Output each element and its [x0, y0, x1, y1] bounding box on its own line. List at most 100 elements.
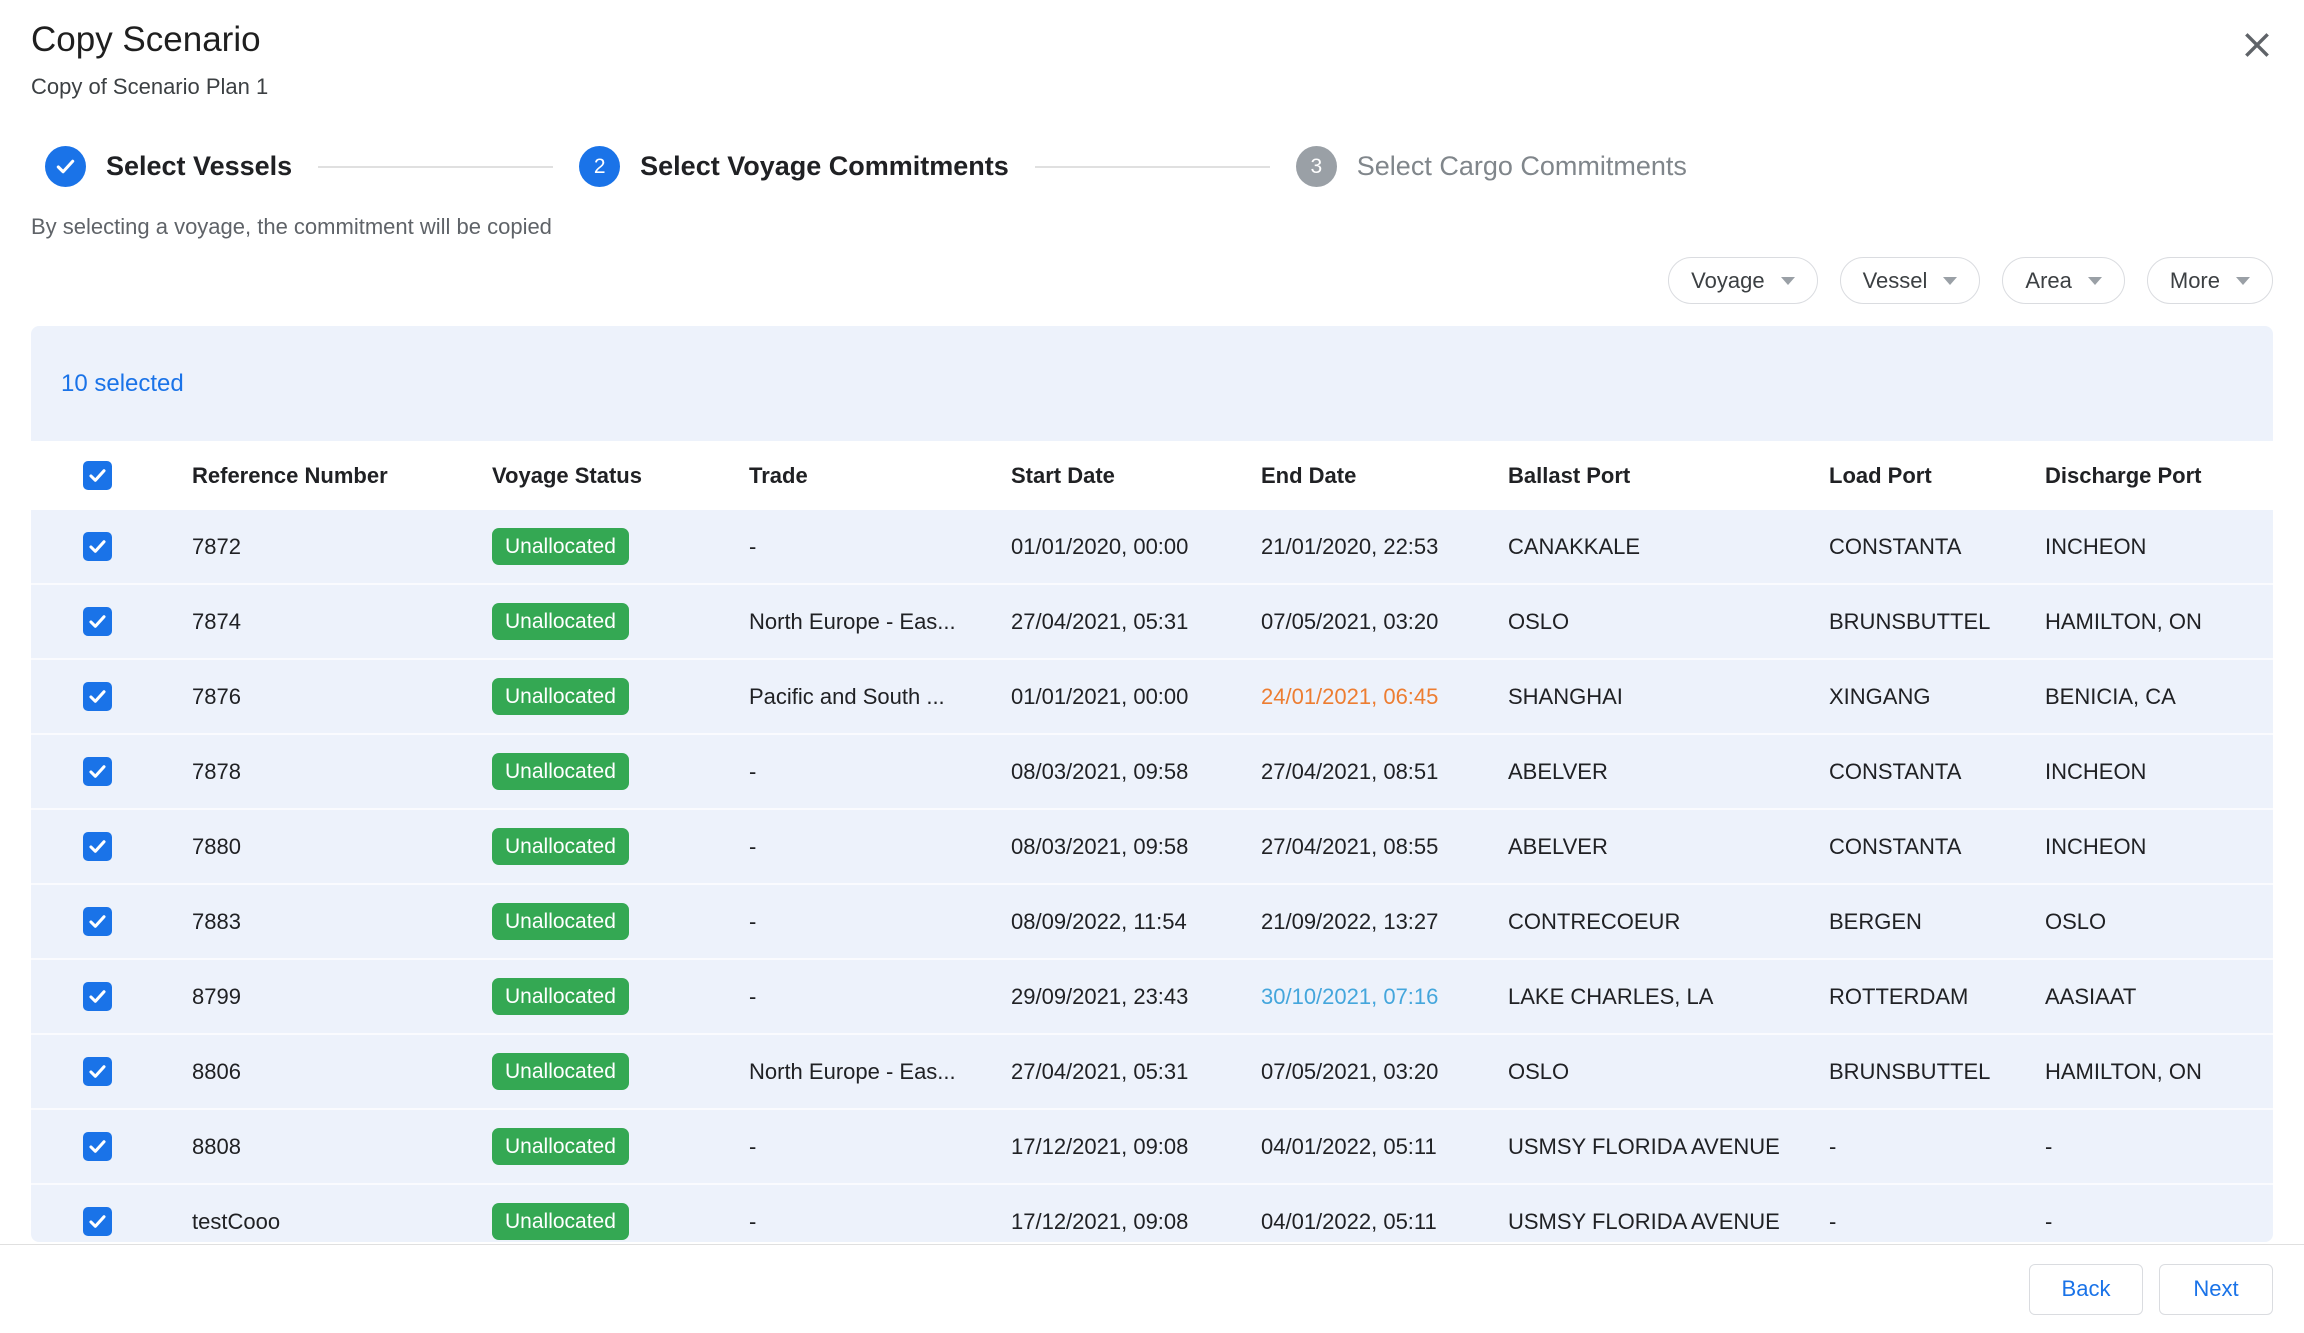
- end-date-cell: 30/10/2021, 07:16: [1261, 984, 1508, 1010]
- discharge-port-cell: INCHEON: [2045, 534, 2273, 560]
- filter-voyage[interactable]: Voyage: [1668, 257, 1817, 304]
- filter-label: Vessel: [1863, 268, 1928, 294]
- voyage-status-badge: Unallocated: [492, 678, 629, 715]
- filter-more[interactable]: More: [2147, 257, 2273, 304]
- ballast-port-cell: OSLO: [1508, 1059, 1829, 1085]
- start-date-cell: 08/03/2021, 09:58: [1011, 834, 1261, 860]
- row-checkbox[interactable]: [83, 682, 112, 711]
- start-date-cell: 08/03/2021, 09:58: [1011, 759, 1261, 785]
- row-checkbox[interactable]: [83, 1057, 112, 1086]
- discharge-port-cell: -: [2045, 1134, 2273, 1160]
- load-port-cell: XINGANG: [1829, 684, 2045, 710]
- ballast-port-cell: SHANGHAI: [1508, 684, 1829, 710]
- load-port-cell: ROTTERDAM: [1829, 984, 2045, 1010]
- chevron-down-icon: [1781, 277, 1795, 285]
- table-row[interactable]: 7876 Unallocated Pacific and South ... 0…: [31, 660, 2273, 735]
- row-checkbox[interactable]: [83, 907, 112, 936]
- reference-number-cell: 7876: [192, 684, 492, 710]
- reference-number-cell: 8806: [192, 1059, 492, 1085]
- chevron-down-icon: [2088, 277, 2102, 285]
- trade-cell: -: [749, 1209, 1011, 1235]
- table-row[interactable]: 7874 Unallocated North Europe - Eas... 2…: [31, 585, 2273, 660]
- reference-number-cell: 7883: [192, 909, 492, 935]
- ballast-port-cell: OSLO: [1508, 609, 1829, 635]
- voyage-status-badge: Unallocated: [492, 978, 629, 1015]
- step-completed-circle: [45, 146, 86, 187]
- step-select-vessels[interactable]: Select Vessels: [45, 146, 292, 187]
- table-row[interactable]: 8799 Unallocated - 29/09/2021, 23:43 30/…: [31, 960, 2273, 1035]
- helper-text: By selecting a voyage, the commitment wi…: [31, 214, 552, 240]
- trade-cell: -: [749, 534, 1011, 560]
- table-row[interactable]: 7883 Unallocated - 08/09/2022, 11:54 21/…: [31, 885, 2273, 960]
- load-port-cell: CONSTANTA: [1829, 534, 2045, 560]
- load-port-cell: BERGEN: [1829, 909, 2045, 935]
- row-checkbox[interactable]: [83, 757, 112, 786]
- table-row[interactable]: 7880 Unallocated - 08/03/2021, 09:58 27/…: [31, 810, 2273, 885]
- discharge-port-cell: HAMILTON, ON: [2045, 1059, 2273, 1085]
- filter-label: Area: [2025, 268, 2071, 294]
- table-row[interactable]: 7878 Unallocated - 08/03/2021, 09:58 27/…: [31, 735, 2273, 810]
- check-icon: [87, 686, 108, 707]
- start-date-cell: 27/04/2021, 05:31: [1011, 609, 1261, 635]
- column-header-ballast-port: Ballast Port: [1508, 463, 1829, 489]
- dialog-footer: Back Next: [0, 1244, 2304, 1333]
- voyage-status-cell: Unallocated: [492, 678, 749, 715]
- table-row[interactable]: 7872 Unallocated - 01/01/2020, 00:00 21/…: [31, 510, 2273, 585]
- selection-toolbar: 10 selected: [31, 326, 2273, 441]
- row-checkbox[interactable]: [83, 832, 112, 861]
- end-date-cell: 21/01/2020, 22:53: [1261, 534, 1508, 560]
- discharge-port-cell: -: [2045, 1209, 2273, 1235]
- start-date-cell: 27/04/2021, 05:31: [1011, 1059, 1261, 1085]
- discharge-port-cell: BENICIA, CA: [2045, 684, 2273, 710]
- ballast-port-cell: USMSY FLORIDA AVENUE: [1508, 1134, 1829, 1160]
- table-row[interactable]: 8806 Unallocated North Europe - Eas... 2…: [31, 1035, 2273, 1110]
- step-label: Select Vessels: [106, 151, 292, 182]
- back-button[interactable]: Back: [2029, 1264, 2143, 1315]
- step-select-voyage-commitments[interactable]: 2 Select Voyage Commitments: [579, 146, 1009, 187]
- trade-cell: North Europe - Eas...: [749, 1059, 1011, 1085]
- check-icon: [87, 1211, 108, 1232]
- close-button[interactable]: [2238, 26, 2276, 64]
- discharge-port-cell: OSLO: [2045, 909, 2273, 935]
- filter-area[interactable]: Area: [2002, 257, 2124, 304]
- discharge-port-cell: INCHEON: [2045, 834, 2273, 860]
- filter-vessel[interactable]: Vessel: [1840, 257, 1981, 304]
- voyage-commitments-panel: 10 selected Reference Number Voyage Stat…: [31, 326, 2273, 1242]
- dialog-title: Copy Scenario: [31, 20, 261, 60]
- table-row[interactable]: testCooo Unallocated - 17/12/2021, 09:08…: [31, 1185, 2273, 1242]
- stepper: Select Vessels 2 Select Voyage Commitmen…: [45, 146, 1687, 187]
- start-date-cell: 29/09/2021, 23:43: [1011, 984, 1261, 1010]
- reference-number-cell: 7878: [192, 759, 492, 785]
- end-date-cell: 21/09/2022, 13:27: [1261, 909, 1508, 935]
- step-label: Select Cargo Commitments: [1357, 151, 1687, 182]
- check-icon: [87, 761, 108, 782]
- table-row[interactable]: 8808 Unallocated - 17/12/2021, 09:08 04/…: [31, 1110, 2273, 1185]
- step-number-circle: 3: [1296, 146, 1337, 187]
- trade-cell: -: [749, 984, 1011, 1010]
- row-checkbox[interactable]: [83, 532, 112, 561]
- row-checkbox[interactable]: [83, 1207, 112, 1236]
- start-date-cell: 01/01/2021, 00:00: [1011, 684, 1261, 710]
- end-date-cell: 07/05/2021, 03:20: [1261, 1059, 1508, 1085]
- reference-number-cell: 7874: [192, 609, 492, 635]
- row-checkbox[interactable]: [83, 982, 112, 1011]
- filter-label: Voyage: [1691, 268, 1764, 294]
- column-header-voyage-status: Voyage Status: [492, 463, 749, 489]
- reference-number-cell: 7880: [192, 834, 492, 860]
- filter-bar: Voyage Vessel Area More: [1668, 257, 2273, 304]
- load-port-cell: CONSTANTA: [1829, 759, 2045, 785]
- load-port-cell: -: [1829, 1134, 2045, 1160]
- check-icon: [87, 1061, 108, 1082]
- row-checkbox[interactable]: [83, 607, 112, 636]
- row-checkbox[interactable]: [83, 1132, 112, 1161]
- step-select-cargo-commitments[interactable]: 3 Select Cargo Commitments: [1296, 146, 1687, 187]
- check-icon: [87, 611, 108, 632]
- filter-label: More: [2170, 268, 2220, 294]
- table-header-row: Reference Number Voyage Status Trade Sta…: [31, 441, 2273, 510]
- next-button[interactable]: Next: [2159, 1264, 2273, 1315]
- voyage-status-badge: Unallocated: [492, 753, 629, 790]
- select-all-checkbox[interactable]: [83, 461, 112, 490]
- column-header-reference-number: Reference Number: [192, 463, 492, 489]
- start-date-cell: 08/09/2022, 11:54: [1011, 909, 1261, 935]
- end-date-cell: 07/05/2021, 03:20: [1261, 609, 1508, 635]
